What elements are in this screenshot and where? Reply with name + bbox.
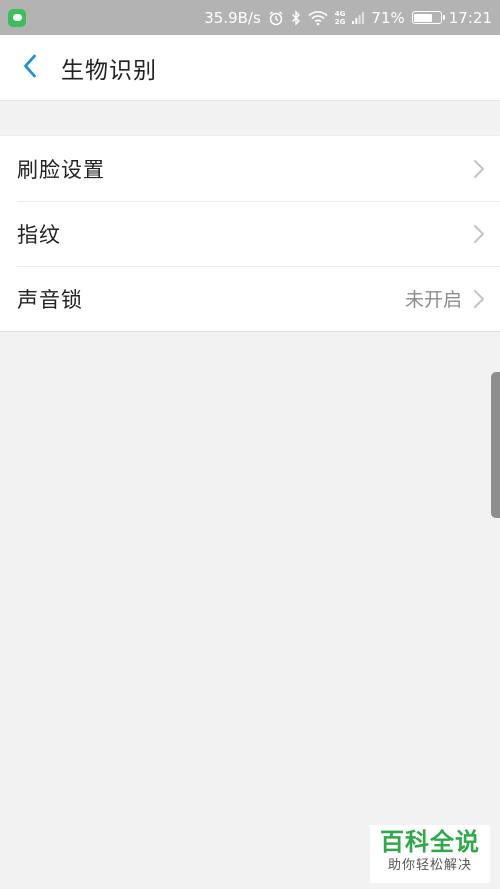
network-speed: 35.9B/s (204, 8, 261, 27)
battery-icon (411, 11, 445, 24)
clock: 17:21 (448, 8, 492, 27)
status-bar: 35.9B/s 4G 2G 71% 17:21 (0, 0, 500, 35)
chevron-right-icon (472, 223, 486, 245)
edge-swipe-handle[interactable] (491, 372, 500, 518)
message-app-icon (8, 8, 26, 27)
voice-lock-status: 未开启 (404, 289, 462, 311)
app-bar: 生物识别 (0, 35, 500, 101)
watermark: 百科全说 助你轻松解决 (370, 825, 490, 883)
chevron-left-icon (23, 54, 37, 82)
wifi-icon (308, 10, 328, 26)
chevron-right-icon (472, 288, 486, 310)
network-badge-bottom: 2G (334, 17, 346, 26)
settings-list: 刷脸设置 指纹 声音锁 未开启 (0, 135, 500, 332)
fingerprint-item[interactable]: 指纹 (0, 201, 500, 266)
bluetooth-icon (291, 9, 301, 26)
back-button[interactable] (0, 35, 60, 101)
page-title: 生物识别 (61, 57, 157, 84)
battery-percent: 71% (371, 8, 405, 27)
status-indicators: 35.9B/s 4G 2G 71% 17:21 (204, 9, 492, 27)
face-unlock-settings-label: 刷脸设置 (17, 157, 105, 182)
voice-lock-item[interactable]: 声音锁 未开启 (0, 266, 500, 331)
face-unlock-settings-item[interactable]: 刷脸设置 (0, 136, 500, 201)
signal-icon (352, 11, 365, 25)
fingerprint-label: 指纹 (17, 222, 61, 247)
watermark-title: 百科全说 (380, 828, 480, 856)
voice-lock-label: 声音锁 (17, 287, 83, 312)
chevron-right-icon (472, 158, 486, 180)
alarm-icon (268, 10, 284, 26)
watermark-subtitle: 助你轻松解决 (387, 858, 472, 873)
network-badge-top: 4G (334, 9, 346, 18)
network-type-badge: 4G 2G (335, 10, 346, 26)
